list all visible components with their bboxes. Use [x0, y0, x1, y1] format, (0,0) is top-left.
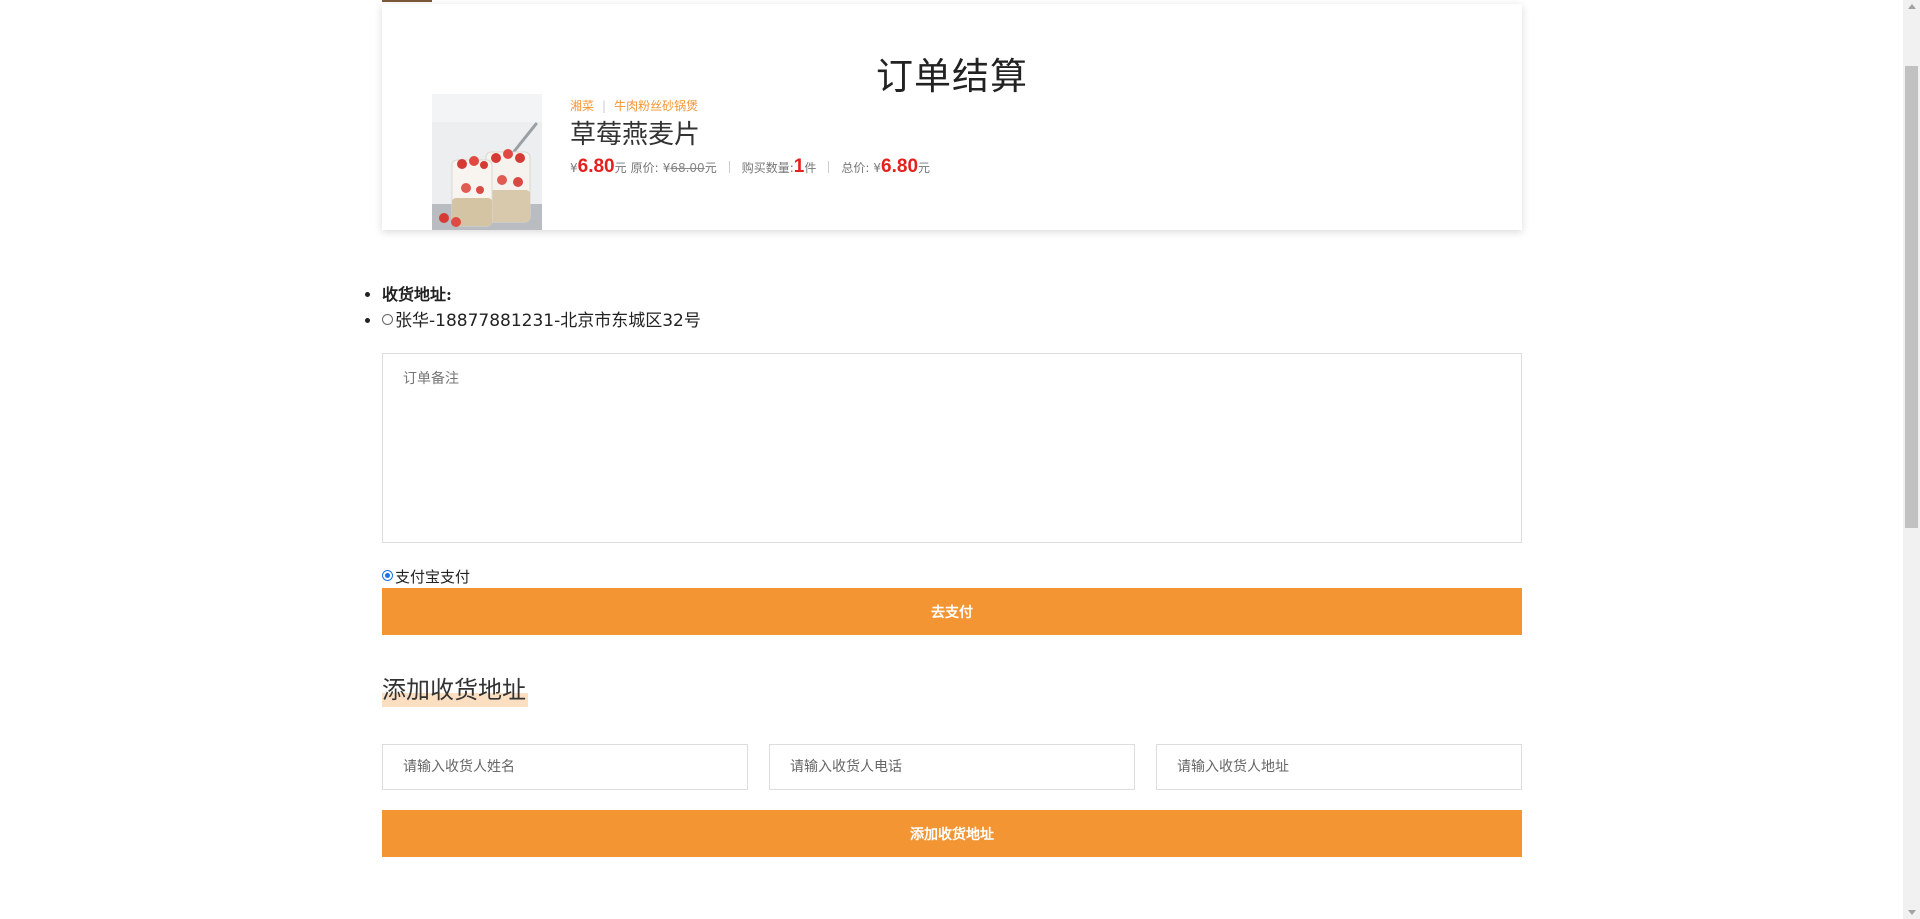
- address-label: 收货地址:: [382, 285, 452, 304]
- currency-symbol: ¥: [570, 161, 578, 175]
- scroll-down-icon[interactable]: [1908, 910, 1916, 915]
- quantity-value: 1: [793, 156, 805, 177]
- price-unit: 元: [614, 161, 627, 175]
- address-option[interactable]: 张华-18877881231-北京市东城区32号: [382, 308, 701, 334]
- address-radio[interactable]: [382, 313, 393, 325]
- add-address-button[interactable]: 添加收货地址: [382, 810, 1522, 857]
- alipay-radio[interactable]: [382, 570, 393, 581]
- total-unit: 元: [918, 161, 931, 175]
- tag-separator: |: [602, 99, 607, 113]
- tag-subcategory[interactable]: 牛肉粉丝砂锅煲: [614, 99, 698, 113]
- header-edge: [382, 0, 432, 2]
- vertical-scrollbar[interactable]: [1903, 0, 1920, 919]
- payment-option-label[interactable]: 支付宝支付: [395, 568, 470, 586]
- receiver-phone-input[interactable]: [769, 744, 1135, 790]
- original-price-label: 原价:: [630, 161, 659, 175]
- receiver-address-input[interactable]: [1156, 744, 1522, 790]
- receiver-name-input[interactable]: [382, 744, 748, 790]
- total-value: 6.80: [881, 156, 919, 177]
- payment-option-alipay[interactable]: 支付宝支付: [382, 566, 470, 587]
- address-list-label-item: 收货地址:: [382, 282, 701, 308]
- pay-button[interactable]: 去支付: [382, 588, 1522, 635]
- product-name: 草莓燕麦片: [570, 120, 701, 150]
- address-text[interactable]: 张华-18877881231-北京市东城区32号: [395, 311, 701, 331]
- product-info: 湘菜 | 牛肉粉丝砂锅煲 草莓燕麦片 ¥ 6.80 元 原价: ¥ 68.00 元 …: [570, 98, 1270, 178]
- price-row: ¥ 6.80 元 原价: ¥ 68.00 元 购买数量: 1 件 总价: ¥ 6…: [570, 156, 1270, 178]
- total-price: 总价: ¥ 6.80 元: [841, 156, 930, 178]
- price-value: 6.80: [577, 156, 615, 177]
- address-list: 收货地址: 张华-18877881231-北京市东城区32号: [358, 282, 701, 334]
- divider: [828, 161, 830, 173]
- quantity-unit: 件: [804, 161, 817, 175]
- checkout-page: 订单结算 湘菜 | 牛肉粉丝砂锅煲 草莓燕麦片 ¥ 6.80 元 原价: ¥ 6…: [0, 0, 1920, 919]
- unit-price: ¥ 6.80 元 原价: ¥ 68.00 元: [570, 156, 717, 178]
- quantity-label: 购买数量:: [741, 161, 794, 175]
- add-address-title: 添加收货地址: [382, 670, 528, 707]
- original-price-unit: 元: [704, 161, 717, 175]
- original-currency-symbol: ¥: [662, 161, 671, 175]
- tag-category[interactable]: 湘菜: [570, 99, 594, 113]
- strawberry-oatmeal-photo-icon: [432, 94, 542, 230]
- product-image: [432, 94, 542, 230]
- total-currency-symbol: ¥: [873, 161, 882, 175]
- scroll-up-icon[interactable]: [1908, 4, 1916, 9]
- product-tags: 湘菜 | 牛肉粉丝砂锅煲: [570, 98, 1270, 114]
- order-card: 订单结算 湘菜 | 牛肉粉丝砂锅煲 草莓燕麦片 ¥ 6.80 元 原价: ¥ 6…: [382, 4, 1522, 230]
- page-title: 订单结算: [876, 55, 1028, 98]
- add-address-form: [382, 744, 1522, 790]
- divider: [728, 161, 730, 173]
- total-label: 总价:: [841, 161, 870, 175]
- quantity: 购买数量: 1 件: [742, 156, 817, 178]
- scrollbar-thumb[interactable]: [1905, 66, 1918, 528]
- original-price-value: 68.00: [670, 161, 705, 175]
- order-remark-input[interactable]: [382, 353, 1522, 543]
